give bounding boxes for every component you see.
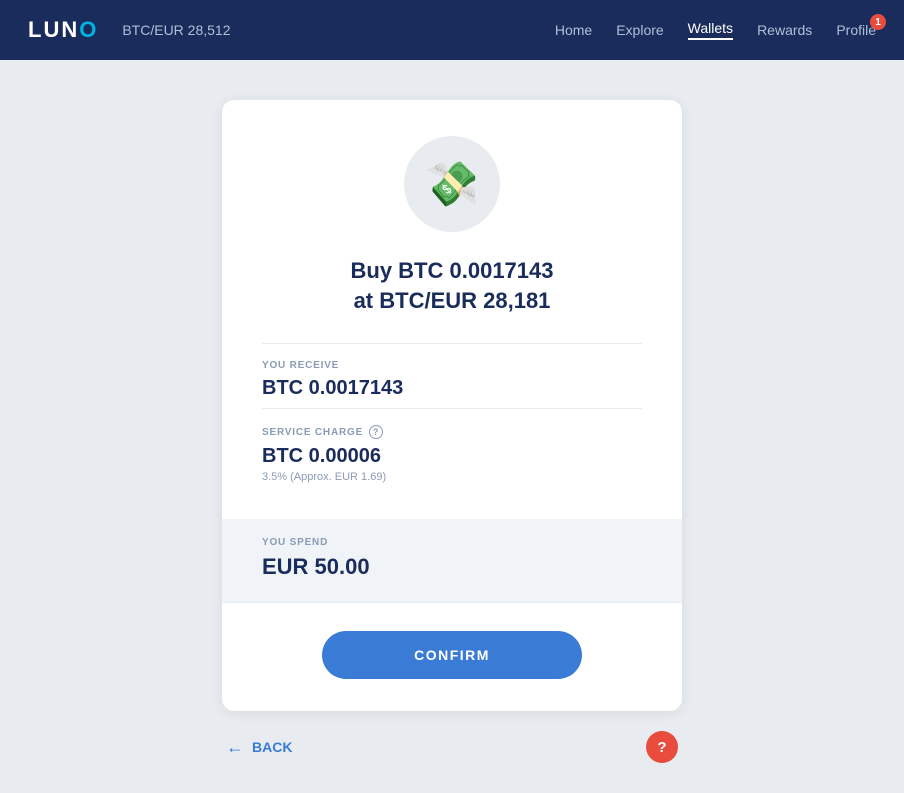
logo: LUNO: [28, 17, 98, 43]
confirmation-card: 💸 Buy BTC 0.0017143 at BTC/EUR 28,181 YO…: [222, 100, 682, 711]
navbar-left: LUNO BTC/EUR 28,512: [28, 17, 231, 43]
service-charge-section: SERVICE CHARGE ? BTC 0.00006 3.5% (Appro…: [262, 408, 642, 491]
you-receive-section: YOU RECEIVE BTC 0.0017143: [262, 343, 642, 408]
nav-explore[interactable]: Explore: [616, 22, 663, 38]
illustration: 💸: [404, 136, 500, 232]
nav-profile[interactable]: Profile 1: [836, 22, 876, 38]
logo-o: O: [79, 17, 98, 42]
card-upper: 💸 Buy BTC 0.0017143 at BTC/EUR 28,181 YO…: [222, 100, 682, 519]
you-spend-label: YOU SPEND: [262, 537, 642, 548]
you-spend-section: YOU SPEND EUR 50.00: [222, 519, 682, 602]
logo-text: LUN: [28, 17, 79, 42]
nav-wallets[interactable]: Wallets: [688, 20, 733, 40]
help-button[interactable]: ?: [646, 731, 678, 763]
card-title-line1: Buy BTC 0.0017143: [351, 256, 554, 286]
card-title: Buy BTC 0.0017143 at BTC/EUR 28,181: [351, 256, 554, 315]
service-charge-label: SERVICE CHARGE ?: [262, 425, 642, 439]
confirm-button[interactable]: CONFIRM: [322, 631, 582, 679]
ticker: BTC/EUR 28,512: [122, 22, 230, 38]
back-arrow-icon: ←: [226, 737, 244, 758]
back-label: BACK: [252, 739, 292, 755]
card-action: CONFIRM: [222, 602, 682, 711]
bottom-nav: ← BACK ?: [222, 731, 682, 763]
card-title-line2: at BTC/EUR 28,181: [351, 286, 554, 316]
service-charge-value: BTC 0.00006: [262, 445, 642, 468]
nav-rewards[interactable]: Rewards: [757, 22, 812, 38]
back-button[interactable]: ← BACK: [226, 737, 292, 758]
navbar-right: Home Explore Wallets Rewards Profile 1: [555, 20, 876, 40]
service-charge-help-icon[interactable]: ?: [369, 425, 383, 439]
page-content: 💸 Buy BTC 0.0017143 at BTC/EUR 28,181 YO…: [0, 60, 904, 793]
nav-home[interactable]: Home: [555, 22, 592, 38]
illustration-emoji: 💸: [425, 158, 480, 210]
navbar: LUNO BTC/EUR 28,512 Home Explore Wallets…: [0, 0, 904, 60]
you-receive-label: YOU RECEIVE: [262, 360, 642, 371]
you-spend-value: EUR 50.00: [262, 554, 642, 580]
you-receive-value: BTC 0.0017143: [262, 377, 642, 400]
profile-badge: 1: [870, 14, 886, 30]
service-charge-sub: 3.5% (Approx. EUR 1.69): [262, 471, 642, 483]
